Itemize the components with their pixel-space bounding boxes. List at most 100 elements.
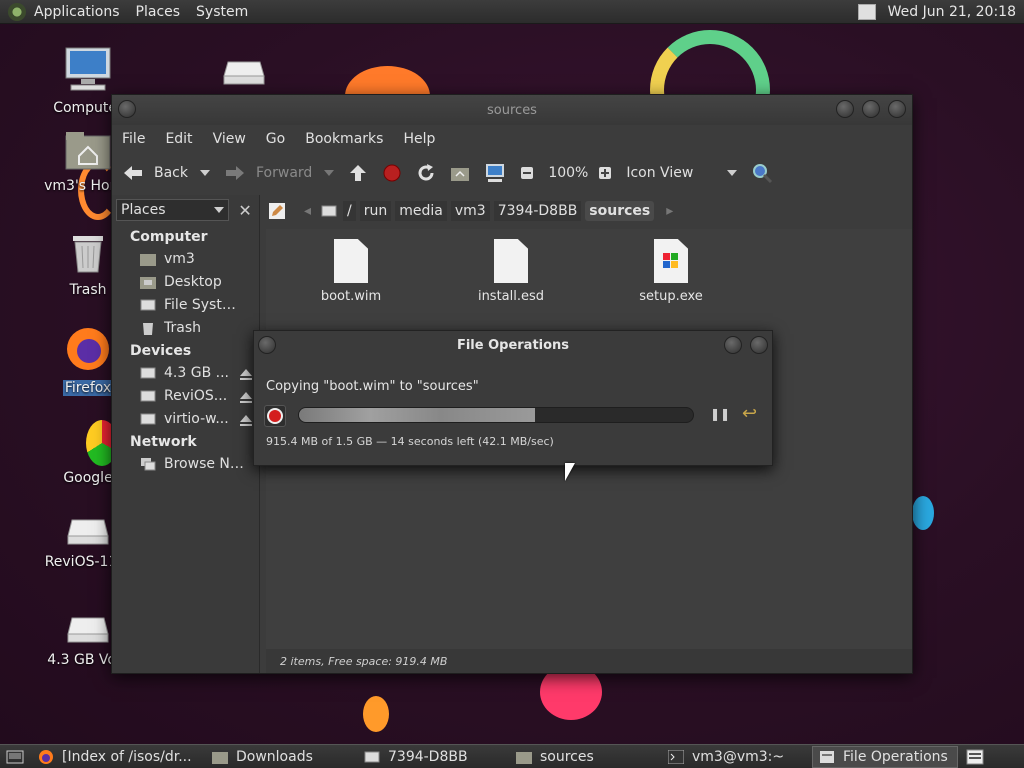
task-terminal[interactable]: vm3@vm3:~ xyxy=(662,746,810,768)
stop-button[interactable] xyxy=(382,163,402,183)
crumb-7394-d8bb[interactable]: 7394-D8BB xyxy=(493,201,582,221)
show-desktop-icon xyxy=(6,750,24,763)
task-downloads[interactable]: Downloads xyxy=(206,746,356,768)
file-item-boot-wim[interactable]: boot.wim xyxy=(296,239,406,304)
back-button[interactable]: Back xyxy=(122,164,210,182)
folder-icon xyxy=(516,751,532,764)
mouse-cursor xyxy=(565,463,575,481)
edit-path-icon[interactable] xyxy=(268,202,286,220)
drive-icon xyxy=(223,61,265,85)
window-titlebar[interactable]: sources xyxy=(112,95,912,125)
sidebar-section-devices: Devices xyxy=(130,343,192,359)
menubar: File Edit View Go Bookmarks Help xyxy=(112,125,912,153)
drive-icon xyxy=(364,751,380,762)
close-sidebar-icon[interactable]: ✕ xyxy=(235,200,255,220)
file-operations-icon xyxy=(820,750,834,763)
computer-button[interactable] xyxy=(484,163,506,183)
file-icon xyxy=(494,239,528,283)
drive-icon xyxy=(67,519,109,545)
window-menu-button[interactable] xyxy=(118,100,136,118)
drive-icon[interactable] xyxy=(321,204,337,218)
eject-icon[interactable] xyxy=(240,415,252,426)
home-folder-icon xyxy=(451,168,470,181)
eject-icon[interactable] xyxy=(240,392,252,403)
sidebar-pane-select[interactable]: Places xyxy=(116,199,230,221)
menu-applications[interactable]: Applications xyxy=(26,4,128,20)
maximize-button[interactable] xyxy=(862,100,880,118)
menu-system[interactable]: System xyxy=(188,4,256,20)
home-button[interactable] xyxy=(450,164,470,182)
calendar-icon[interactable] xyxy=(857,3,876,20)
show-desktop-button[interactable] xyxy=(0,746,30,768)
zoom-in-button[interactable] xyxy=(598,166,612,180)
task-sources[interactable]: sources xyxy=(510,746,660,768)
task-firefox[interactable]: [Index of /isos/dr... xyxy=(32,746,204,768)
file-item-install-esd[interactable]: install.esd xyxy=(456,239,566,304)
sidebar-item-desktop[interactable]: Desktop xyxy=(112,270,259,293)
close-button[interactable] xyxy=(888,100,906,118)
breadcrumb: ◂ / run media vm3 7394-D8BB sources ▸ xyxy=(268,197,673,225)
zoom-in-icon xyxy=(599,167,612,179)
file-item-setup-exe[interactable]: setup.exe xyxy=(616,239,726,304)
sidebar-item-device-volume[interactable]: 4.3 GB ... xyxy=(112,361,259,384)
path-scroll-right-icon[interactable]: ▸ xyxy=(666,203,673,219)
sidebar-item-vm3[interactable]: vm3 xyxy=(112,247,259,270)
menu-view[interactable]: View xyxy=(203,131,256,147)
status-bar: 2 items, Free space: 919.4 MB xyxy=(266,649,912,673)
task-file-operations[interactable]: File Operations xyxy=(812,745,958,768)
menu-file[interactable]: File xyxy=(112,131,155,147)
cancel-copy-button[interactable] xyxy=(264,405,286,427)
undo-icon[interactable]: ↩ xyxy=(742,403,757,424)
distro-logo-icon[interactable] xyxy=(8,2,26,21)
forward-button[interactable]: Forward xyxy=(224,164,335,182)
workspace-switcher[interactable] xyxy=(960,746,990,768)
clock[interactable]: Wed Jun 21, 20:18 xyxy=(880,4,1024,20)
zoom-out-button[interactable] xyxy=(520,166,534,180)
toolbar: Back Forward 100% Icon View xyxy=(112,153,912,193)
crumb-vm3[interactable]: vm3 xyxy=(450,201,490,221)
sidebar-item-device-revios[interactable]: ReviOS... xyxy=(112,384,259,407)
sidebar-item-trash[interactable]: Trash xyxy=(112,316,259,339)
crumb-sources[interactable]: sources xyxy=(585,201,655,221)
dialog-close-button[interactable] xyxy=(750,336,768,354)
menu-help[interactable]: Help xyxy=(393,131,445,147)
dialog-titlebar[interactable]: File Operations xyxy=(254,331,772,359)
sidebar-item-device-virtio[interactable]: virtio-w... xyxy=(112,407,259,430)
dialog-minimize-button[interactable] xyxy=(724,336,742,354)
drive-icon xyxy=(67,617,109,643)
up-button[interactable] xyxy=(348,163,368,183)
menu-bookmarks[interactable]: Bookmarks xyxy=(295,131,393,147)
desktop-icon-drive-top[interactable] xyxy=(194,58,294,94)
chevron-down-icon xyxy=(214,207,225,213)
chevron-down-icon xyxy=(727,170,738,176)
view-mode-select[interactable]: Icon View xyxy=(626,165,738,181)
sidebar-item-browse-network[interactable]: Browse Net... xyxy=(112,452,259,475)
drive-icon xyxy=(140,390,156,401)
eject-icon[interactable] xyxy=(240,369,252,380)
computer-icon xyxy=(65,47,111,91)
firefox-icon xyxy=(39,749,53,764)
crumb-media[interactable]: media xyxy=(395,201,447,221)
path-scroll-left-icon[interactable]: ◂ xyxy=(304,203,311,219)
search-button[interactable] xyxy=(751,162,773,184)
menu-places[interactable]: Places xyxy=(128,4,189,20)
forward-history-arrow-icon[interactable] xyxy=(324,170,335,176)
stop-icon xyxy=(383,164,401,182)
home-folder-icon xyxy=(65,132,111,170)
forward-arrow-icon xyxy=(226,166,244,180)
window-title: sources xyxy=(487,102,537,118)
crumb-root[interactable]: / xyxy=(343,201,356,221)
minimize-button[interactable] xyxy=(836,100,854,118)
drive-icon xyxy=(140,413,156,424)
computer-icon xyxy=(486,164,505,182)
pause-icon[interactable]: ❚❚ xyxy=(710,407,730,421)
dialog-menu-button[interactable] xyxy=(258,336,276,354)
sidebar-item-filesystem[interactable]: File System xyxy=(112,293,259,316)
executable-icon xyxy=(654,239,688,283)
reload-button[interactable] xyxy=(416,163,436,183)
crumb-run[interactable]: run xyxy=(359,201,392,221)
back-history-arrow-icon[interactable] xyxy=(200,170,210,176)
menu-edit[interactable]: Edit xyxy=(155,131,202,147)
task-7394-d8bb[interactable]: 7394-D8BB xyxy=(358,746,508,768)
menu-go[interactable]: Go xyxy=(256,131,295,147)
